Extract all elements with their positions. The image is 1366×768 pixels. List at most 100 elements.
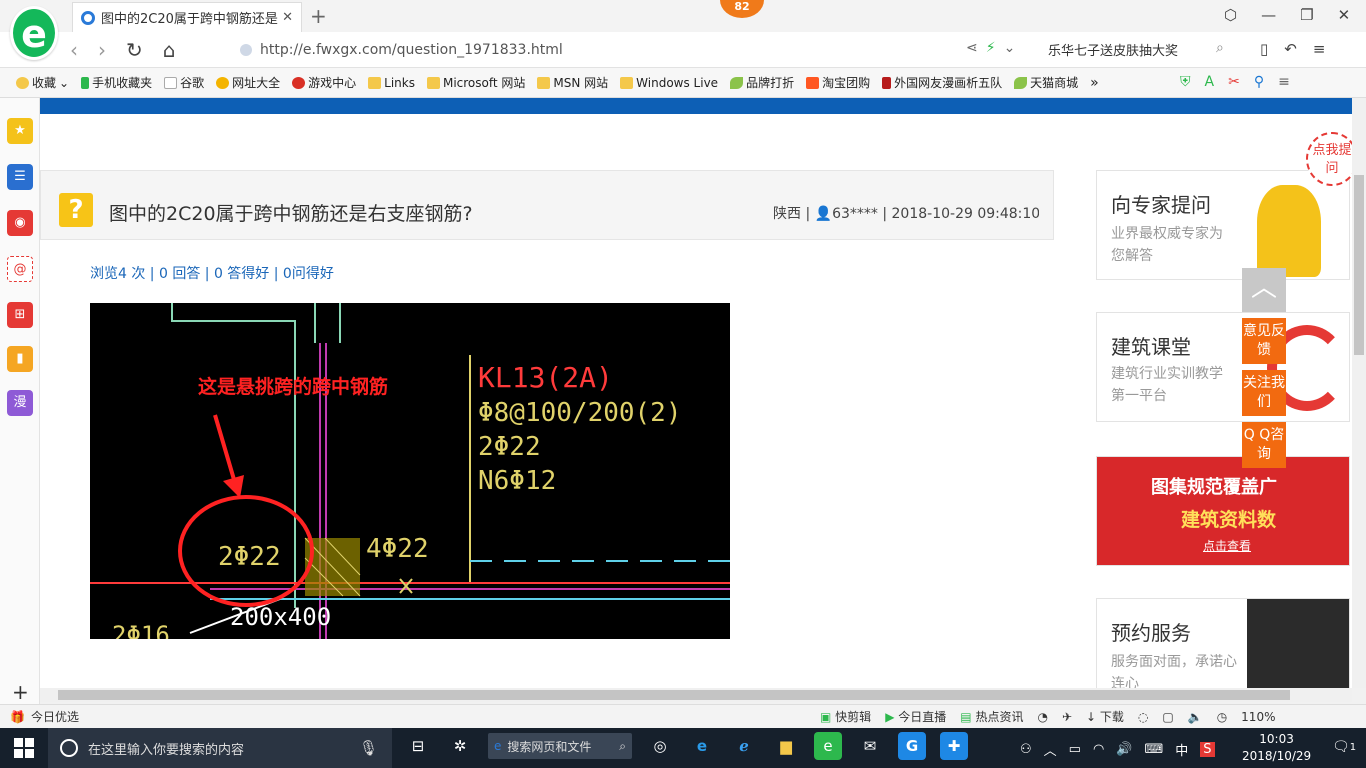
bookmark-item[interactable]: Links — [368, 76, 415, 90]
follow-button[interactable]: 关注我们 — [1242, 370, 1286, 416]
phone-icon[interactable]: ▯ — [1260, 40, 1268, 58]
translate-icon[interactable]: A — [1205, 74, 1215, 90]
lightning-icon[interactable]: ⚡ — [986, 40, 996, 56]
ime-indicator[interactable]: 中 — [1175, 740, 1188, 759]
mail-icon[interactable]: @ — [7, 256, 33, 282]
back-to-top-icon[interactable]: ︿ — [1242, 268, 1286, 312]
sogou-icon[interactable]: S — [1200, 742, 1215, 757]
atlas-banner[interactable]: 图集规范覆盖广 建筑资料数 点击查看 — [1096, 456, 1350, 566]
status-item[interactable]: ▤ 热点资讯 — [960, 708, 1023, 725]
plus-app-icon[interactable]: ✚ — [940, 732, 968, 760]
keyboard-icon[interactable]: ⌨ — [1145, 742, 1164, 757]
window-icon[interactable]: ▢ — [1162, 710, 1173, 724]
minimize-icon[interactable]: — — [1261, 6, 1276, 24]
back-icon[interactable]: ‹ — [70, 38, 78, 62]
volume-icon[interactable]: 🔈 — [1188, 710, 1203, 724]
refresh-icon[interactable]: ↻ — [126, 38, 143, 62]
bookmark-item[interactable]: 外国网友漫画析五队 — [882, 74, 1002, 91]
browser-logo-icon[interactable]: e — [10, 6, 58, 60]
close-window-icon[interactable]: ✕ — [1338, 6, 1351, 24]
booking-card[interactable]: 预约服务 服务面对面，承诺心连心 — [1096, 598, 1350, 688]
qq-consult-button[interactable]: Q Q咨询 — [1242, 422, 1286, 468]
status-left[interactable]: 🎁 今日优选 — [10, 708, 79, 725]
news-icon[interactable]: ☰ — [7, 164, 33, 190]
bookmark-item[interactable]: 收藏 ⌄ — [16, 74, 69, 91]
speaker-icon[interactable]: 🔊 — [1116, 742, 1132, 757]
shield-icon[interactable]: ⛨ — [1180, 74, 1191, 90]
gamepad-icon[interactable]: ⊞ — [7, 302, 33, 328]
home-icon[interactable]: ⌂ — [163, 38, 176, 62]
bookmarks-more-icon[interactable]: » — [1090, 75, 1099, 91]
note-icon[interactable]: ▮ — [7, 346, 33, 372]
skin-icon[interactable]: ⬡ — [1224, 6, 1237, 24]
browser-360-icon[interactable]: e — [814, 732, 842, 760]
cortana-icon — [60, 739, 78, 757]
bookmark-item[interactable]: 天猫商城 — [1014, 74, 1078, 91]
more-tools-icon[interactable]: ≡ — [1278, 74, 1290, 90]
people-icon[interactable]: ⚇ — [1020, 742, 1032, 757]
mail-app-icon[interactable]: ✉ — [856, 732, 884, 760]
scissors-icon[interactable]: ✂ — [1228, 74, 1240, 90]
search-hint[interactable]: 乐华七子送皮肤抽大奖 — [1048, 40, 1178, 59]
bookmark-item[interactable]: 品牌打折 — [730, 74, 794, 91]
favorite-star-icon[interactable]: ★ — [7, 118, 33, 144]
swirl-app-icon[interactable]: ◎ — [646, 732, 674, 760]
battery-icon[interactable]: ▭ — [1069, 742, 1081, 757]
vertical-scroll-thumb[interactable] — [1354, 175, 1364, 355]
pinwheel-icon[interactable]: ✲ — [446, 732, 474, 760]
bookmark-item[interactable]: Windows Live — [620, 76, 718, 90]
bookmark-item[interactable]: 游戏中心 — [292, 74, 356, 91]
taskbar-clock[interactable]: 10:03 2018/10/29 — [1242, 731, 1311, 765]
question-header: ? 图中的2C20属于跨中钢筋还是右支座钢筋? 陕西 | 👤63**** | 2… — [40, 170, 1054, 240]
tray-up-icon[interactable]: ︿ — [1044, 740, 1057, 759]
share-icon[interactable]: ⋖ — [966, 40, 978, 56]
bookmark-item[interactable]: Microsoft 网站 — [426, 74, 525, 91]
search-icon[interactable]: ⌕ — [1216, 40, 1224, 56]
banner-button[interactable]: 点击查看 — [1203, 537, 1251, 554]
edge-icon[interactable]: e — [688, 732, 716, 760]
feedback-button[interactable]: 意见反馈 — [1242, 318, 1286, 364]
horizontal-scroll-thumb[interactable] — [58, 690, 1290, 700]
start-windows-icon[interactable] — [14, 738, 34, 758]
undo-icon[interactable]: ↶ — [1284, 40, 1297, 58]
bookmark-item[interactable]: MSN 网站 — [537, 74, 608, 91]
status-item[interactable]: ↓ 下载 — [1086, 708, 1124, 725]
chevron-down-icon[interactable]: ⌄ — [1004, 40, 1016, 56]
status-item[interactable]: ▶ 今日直播 — [885, 708, 946, 725]
action-center[interactable]: 🗨 1 — [1332, 739, 1356, 755]
cleanup-icon[interactable]: ◌ — [1138, 710, 1148, 724]
file-explorer-icon[interactable]: ▆ — [772, 732, 800, 760]
taskbar-search[interactable]: 在这里输入你要搜索的内容 🎙 — [48, 728, 392, 768]
speed-icon[interactable]: ◔ — [1037, 710, 1047, 724]
menu-icon[interactable]: ≡ — [1313, 40, 1326, 58]
add-rail-icon[interactable]: + — [12, 680, 29, 704]
forward-icon[interactable]: › — [98, 38, 106, 62]
bookmark-item[interactable]: 谷歌 — [164, 74, 204, 91]
tab-close-icon[interactable]: ✕ — [282, 10, 293, 25]
task-view-icon[interactable]: ⊟ — [404, 732, 432, 760]
weibo-icon[interactable]: ◉ — [7, 210, 33, 236]
microphone-icon[interactable]: 🎙 — [359, 739, 378, 757]
comic-icon[interactable]: 漫 — [7, 390, 33, 416]
status-item[interactable]: ▣ 快剪辑 — [820, 708, 871, 725]
pin-icon[interactable]: ✈ — [1062, 710, 1072, 724]
web-search-box[interactable]: e 搜索网页和文件 ⌕ — [488, 733, 632, 759]
restore-icon[interactable]: ❐ — [1300, 6, 1313, 24]
school-card[interactable]: 建筑课堂 建筑行业实训教学第一平台 — [1096, 312, 1350, 422]
active-tab[interactable]: 图中的2C20属于跨中钢筋还是右 ✕ — [72, 2, 302, 32]
bookmark-item[interactable]: 网址大全 — [216, 74, 280, 91]
magnifier-icon[interactable]: ⚲ — [1254, 74, 1264, 90]
web-search-placeholder: 搜索网页和文件 — [507, 739, 592, 754]
expert-card[interactable]: 向专家提问 业界最权威专家为您解答 — [1096, 170, 1350, 280]
ie-icon[interactable]: ℯ — [730, 732, 758, 760]
zoom-level[interactable]: 110% — [1241, 710, 1275, 724]
url-text[interactable]: http://e.fwxgx.com/question_1971833.html — [260, 42, 563, 58]
url-field[interactable]: http://e.fwxgx.com/question_1971833.html — [240, 39, 760, 61]
new-tab-button[interactable]: + — [310, 4, 327, 28]
ask-bubble[interactable]: 点我提问 — [1306, 132, 1352, 186]
clock-icon[interactable]: ◷ — [1217, 710, 1227, 724]
wifi-icon[interactable]: ◠ — [1093, 742, 1104, 757]
bookmark-item[interactable]: 淘宝团购 — [806, 74, 870, 91]
g-app-icon[interactable]: G — [898, 732, 926, 760]
bookmark-item[interactable]: 手机收藏夹 — [81, 74, 152, 91]
